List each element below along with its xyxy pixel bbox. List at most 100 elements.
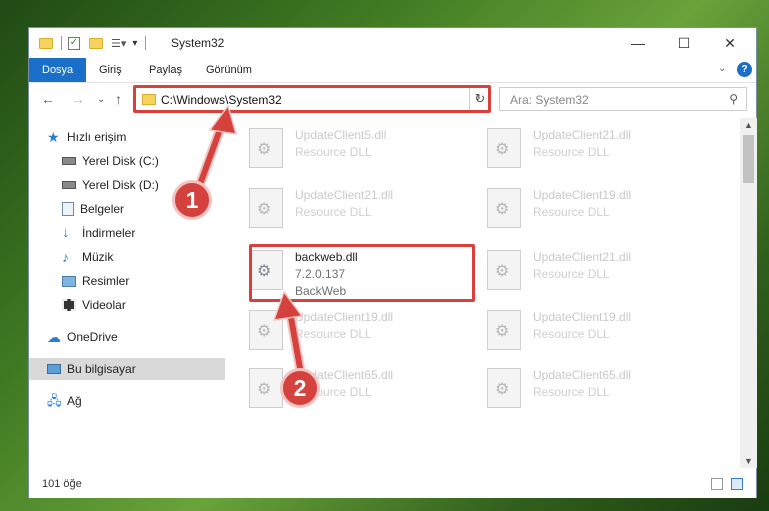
sidebar-item-music[interactable]: ♪ Müzik 📌	[29, 246, 257, 268]
videos-icon	[62, 299, 76, 311]
forward-arrow-icon[interactable]: →	[71, 91, 85, 107]
sidebar-item-network[interactable]: 🖧 Ağ	[29, 390, 242, 412]
maximize-button[interactable]: ☐	[661, 28, 707, 58]
sidebar-item-label: Müzik	[82, 250, 114, 264]
sidebar-item-label: Resimler	[82, 274, 130, 288]
file-type: Resource DLL	[533, 267, 610, 281]
documents-icon	[62, 202, 74, 216]
file-name: UpdateClient65.dll	[533, 368, 632, 382]
ribbon-tabs: Dosya Giriş Paylaş Görünüm ⌄ ?	[29, 58, 756, 83]
music-icon: ♪	[62, 249, 69, 265]
back-arrow-icon[interactable]: ←	[41, 91, 55, 107]
navigation-pane: ★ Hızlı erişim Yerel Disk (C:) 📌 Yerel D…	[29, 118, 249, 468]
expand-ribbon-icon[interactable]: ⌄	[718, 63, 726, 74]
file-tile[interactable]: UpdateClient65.dll Resource DLL	[483, 364, 713, 418]
address-row: ← → ⌄ ↑ C:\Windows\System32 ⌄ ↻ Ara: Sys…	[29, 83, 756, 117]
search-input[interactable]: Ara: System32 ⚲	[499, 87, 747, 111]
step-2-callout: 2	[280, 368, 320, 408]
file-type: Resource DLL	[533, 327, 610, 341]
sidebar-item-label: Hızlı erişim	[67, 130, 127, 144]
file-name: UpdateClient21.dll	[533, 128, 632, 142]
file-name: UpdateClient5.dll	[295, 128, 387, 142]
dll-file-icon	[487, 368, 521, 408]
dll-file-icon	[249, 128, 283, 168]
scrollbar-thumb[interactable]	[743, 135, 754, 183]
tab-file[interactable]: Dosya	[29, 58, 87, 82]
sidebar-item-label: Yerel Disk (D:)	[82, 178, 159, 192]
chevron-down-icon[interactable]: ▾	[132, 38, 137, 49]
download-icon: ↓	[62, 224, 70, 241]
sidebar-item-disk-d[interactable]: Yerel Disk (D:) 📌	[29, 174, 257, 196]
file-tile[interactable]: UpdateClient21.dll Resource DLL	[483, 246, 713, 300]
file-name: UpdateClient19.dll	[295, 310, 394, 324]
dll-file-icon	[249, 310, 283, 350]
dll-file-icon	[487, 188, 521, 228]
computer-icon	[47, 364, 61, 374]
properties-icon[interactable]: ✓	[68, 36, 80, 50]
sidebar-item-label: Yerel Disk (C:)	[82, 154, 159, 168]
sidebar-item-pictures[interactable]: Resimler 📌	[29, 270, 257, 292]
sidebar-item-disk-c[interactable]: Yerel Disk (C:) 📌	[29, 150, 257, 172]
file-type: Resource DLL	[533, 205, 610, 219]
cloud-icon: ☁	[47, 329, 61, 345]
divider	[61, 36, 62, 50]
sidebar-item-quick-access[interactable]: ★ Hızlı erişim	[29, 126, 242, 148]
title-bar: ✓ ☰▾ ▾ System32 — ☐ ✕	[29, 28, 756, 58]
minimize-button[interactable]: —	[615, 28, 661, 58]
file-tile[interactable]: UpdateClient5.dll Resource DLL	[245, 124, 475, 178]
scroll-down-icon[interactable]: ▼	[744, 456, 753, 466]
large-icons-view-icon[interactable]	[731, 478, 743, 490]
folder-icon	[39, 37, 53, 49]
tab-share[interactable]: Paylaş	[139, 58, 192, 82]
search-placeholder: Ara: System32	[510, 93, 589, 107]
pictures-icon	[62, 275, 76, 287]
file-tile[interactable]: UpdateClient21.dll Resource DLL	[483, 124, 713, 178]
sidebar-item-label: Ağ	[67, 394, 82, 408]
file-type: Resource DLL	[295, 327, 372, 341]
file-name: UpdateClient19.dll	[533, 188, 632, 202]
sidebar-item-label: Belgeler	[80, 202, 125, 216]
item-count: 101 öğe	[42, 478, 82, 490]
file-tile[interactable]: UpdateClient19.dll Resource DLL	[483, 306, 713, 360]
dll-file-icon	[249, 188, 283, 228]
sidebar-item-label: Videolar	[82, 298, 126, 312]
sidebar-item-label: Bu bilgisayar	[67, 362, 136, 376]
file-type: Resource DLL	[533, 145, 610, 159]
file-type: Resource DLL	[533, 385, 610, 399]
explorer-window: ✓ ☰▾ ▾ System32 — ☐ ✕ Dosya Giriş Paylaş…	[28, 27, 757, 498]
search-icon: ⚲	[729, 92, 738, 106]
sidebar-item-this-pc[interactable]: Bu bilgisayar	[29, 358, 242, 380]
drive-icon	[62, 181, 76, 189]
customize-toolbar-icon[interactable]: ☰▾	[111, 37, 126, 50]
recent-locations-icon[interactable]: ⌄	[97, 94, 105, 105]
file-tile[interactable]: UpdateClient19.dll Resource DLL	[483, 184, 713, 238]
help-icon[interactable]: ?	[737, 62, 752, 77]
scroll-up-icon[interactable]: ▲	[744, 120, 753, 130]
tab-home[interactable]: Giriş	[89, 58, 132, 82]
sidebar-item-downloads[interactable]: ↓ İndirmeler 📌	[29, 222, 257, 244]
file-type: Resource DLL	[295, 205, 372, 219]
sidebar-item-label: OneDrive	[67, 330, 118, 344]
details-view-icon[interactable]	[711, 478, 723, 490]
dll-file-icon	[249, 368, 283, 408]
up-arrow-icon[interactable]: ↑	[115, 91, 122, 107]
file-name: UpdateClient21.dll	[295, 188, 394, 202]
sidebar-item-videos[interactable]: Videolar 📌	[29, 294, 257, 316]
network-icon: 🖧	[47, 393, 62, 408]
file-name: UpdateClient19.dll	[533, 310, 632, 324]
sidebar-item-documents[interactable]: Belgeler 📌	[29, 198, 257, 220]
file-highlight-box	[249, 244, 475, 302]
step-1-callout: 1	[172, 180, 212, 220]
status-bar: 101 öğe	[29, 471, 756, 498]
file-tile[interactable]: UpdateClient21.dll Resource DLL	[245, 184, 475, 238]
tab-view[interactable]: Görünüm	[196, 58, 262, 82]
sidebar-item-onedrive[interactable]: ☁ OneDrive	[29, 326, 242, 348]
window-title: System32	[171, 36, 225, 50]
file-type: Resource DLL	[295, 145, 372, 159]
drive-icon	[62, 157, 76, 165]
new-folder-icon[interactable]	[89, 37, 103, 49]
close-button[interactable]: ✕	[707, 28, 753, 58]
vertical-scrollbar[interactable]: ▲ ▼	[740, 118, 757, 468]
sidebar-item-label: İndirmeler	[82, 226, 136, 240]
file-tile[interactable]: UpdateClient19.dll Resource DLL	[245, 306, 475, 360]
